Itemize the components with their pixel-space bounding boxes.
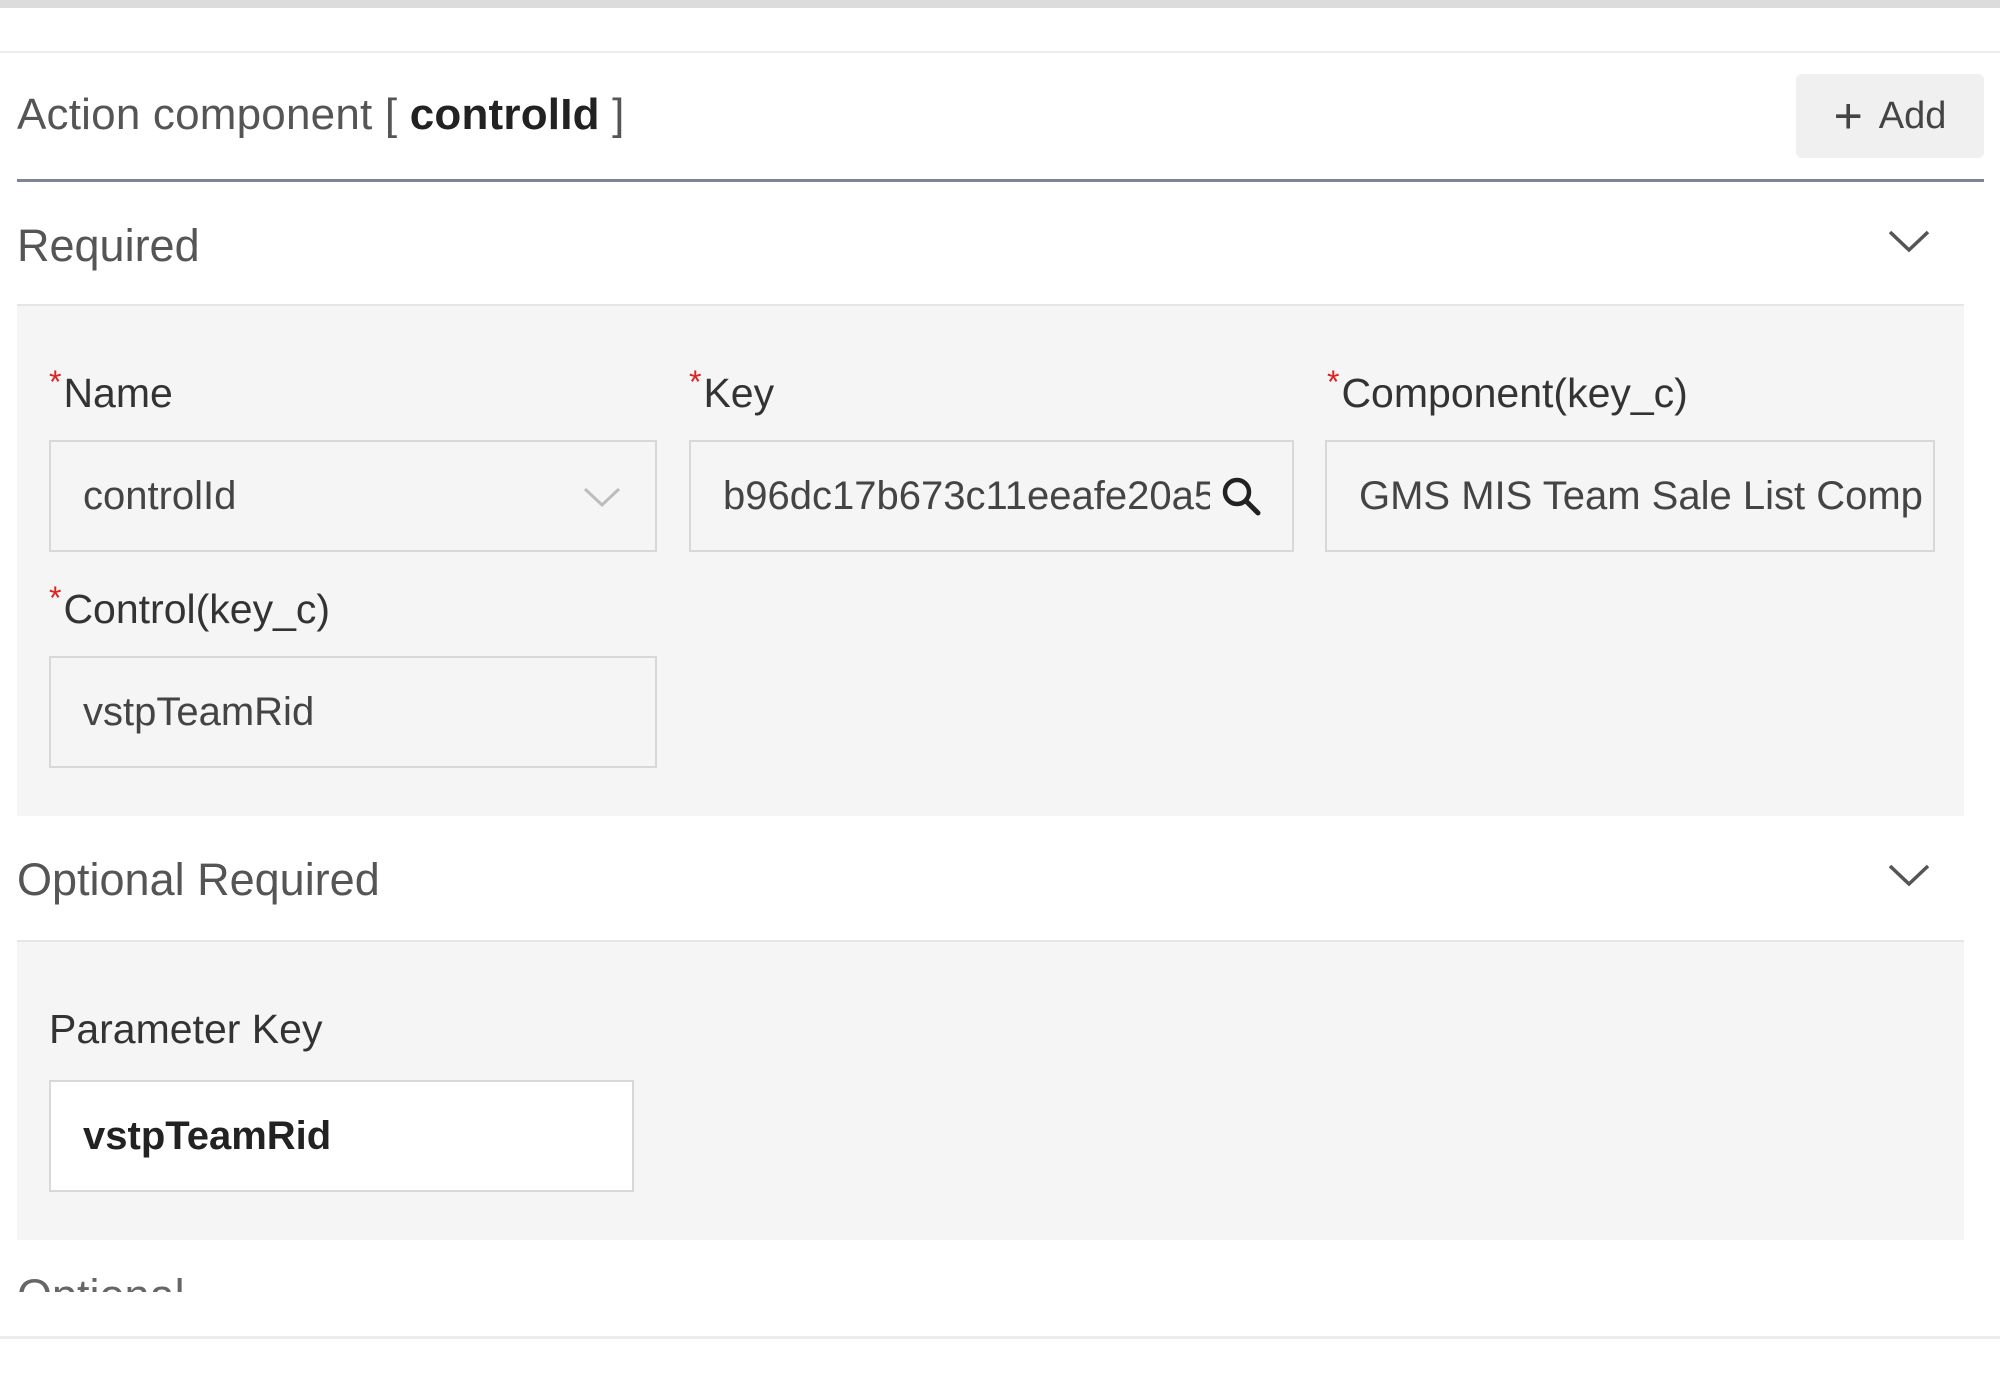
name-label: *Name bbox=[49, 364, 173, 416]
name-select[interactable]: controlId bbox=[49, 440, 657, 552]
section-header-optional[interactable]: Optional bbox=[17, 1270, 1964, 1292]
key-label: *Key bbox=[689, 364, 775, 416]
parameter-key-value: vstpTeamRid bbox=[83, 1113, 332, 1158]
section-title-optional: Optional bbox=[17, 1270, 185, 1292]
name-select-value: controlId bbox=[83, 473, 237, 518]
section-title-optional-required: Optional Required bbox=[17, 854, 380, 905]
chevron-down-icon[interactable] bbox=[1884, 220, 1934, 260]
panel-title: Action component [ controlId ] bbox=[17, 90, 625, 140]
required-marker: * bbox=[1327, 364, 1340, 400]
key-field-value: b96dc17b673c11eeafe20a5 bbox=[723, 473, 1210, 518]
section-body-optional-required: Parameter Key vstpTeamRid bbox=[17, 942, 1964, 1240]
parameter-key-label: Parameter Key bbox=[49, 1006, 323, 1052]
required-marker: * bbox=[49, 364, 62, 400]
required-marker: * bbox=[689, 364, 702, 400]
bottom-divider bbox=[0, 1336, 2000, 1339]
control-label: *Control(key_c) bbox=[49, 580, 331, 632]
chevron-down-icon bbox=[583, 487, 621, 508]
control-field[interactable]: vstpTeamRid bbox=[49, 656, 657, 768]
control-field-value: vstpTeamRid bbox=[83, 689, 315, 734]
add-button-label: Add bbox=[1878, 94, 1947, 137]
panel-title-value: controlId bbox=[409, 90, 600, 139]
section-header-optional-required[interactable]: Optional Required bbox=[17, 816, 1964, 942]
plus-icon: + bbox=[1833, 88, 1863, 144]
parameter-key-field[interactable]: vstpTeamRid bbox=[49, 1080, 634, 1192]
component-field-value: GMS MIS Team Sale List Comp bbox=[1359, 473, 1923, 518]
search-icon[interactable] bbox=[1218, 473, 1264, 519]
section-header-required[interactable]: Required bbox=[17, 182, 1964, 306]
panel-title-prefix: Action component [ bbox=[17, 90, 410, 139]
component-field[interactable]: GMS MIS Team Sale List Comp bbox=[1325, 440, 1935, 552]
section-title-required: Required bbox=[17, 220, 200, 271]
component-label: *Component(key_c) bbox=[1327, 364, 1688, 416]
action-component-header: Action component [ controlId ] + Add bbox=[17, 74, 1984, 182]
add-button[interactable]: + Add bbox=[1796, 74, 1984, 158]
panel-title-suffix: ] bbox=[599, 90, 625, 139]
chevron-down-icon[interactable] bbox=[1884, 854, 1934, 894]
key-field[interactable]: b96dc17b673c11eeafe20a5 bbox=[689, 440, 1294, 552]
section-body-required: *Name controlId *Key b96dc17b673c11eeafe… bbox=[17, 306, 1964, 816]
top-divider bbox=[0, 51, 2000, 53]
required-marker: * bbox=[49, 580, 62, 616]
top-band bbox=[0, 0, 2000, 8]
